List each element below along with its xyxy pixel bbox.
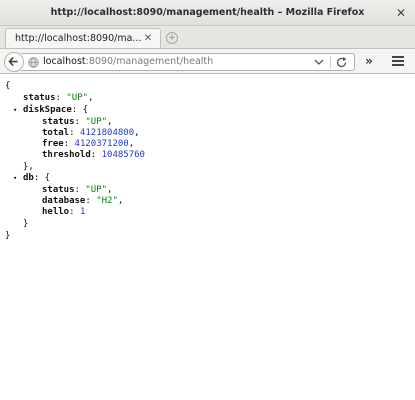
json-string-value: "UP" (85, 117, 108, 127)
json-threshold-line: threshold: 10485760 (42, 150, 145, 160)
json-db-line: db: { (23, 173, 51, 183)
json-number-value: 10485760 (101, 150, 145, 160)
back-button[interactable] (4, 52, 24, 72)
json-open-brace: { (5, 81, 11, 91)
new-tab-icon[interactable]: + (166, 32, 178, 44)
window-title: http://localhost:8090/management/health … (50, 7, 365, 18)
json-number-value: 4121804800 (79, 128, 135, 138)
hamburger-menu-icon[interactable] (392, 56, 404, 66)
tab-label: http://localhost:8090/ma... (15, 33, 142, 44)
json-number-value: 1 (79, 207, 86, 217)
tab-close-icon[interactable]: ✕ (141, 32, 155, 46)
json-key: db (23, 173, 34, 183)
json-hello-line: hello: 1 (42, 207, 86, 217)
json-key: status (42, 117, 75, 127)
json-key: hello (42, 207, 70, 217)
url-text: localhost:8090/management/health (43, 54, 213, 70)
back-arrow-icon (8, 56, 18, 67)
json-close-brace: } (5, 231, 11, 241)
navigation-bar: localhost:8090/management/health » (0, 48, 415, 74)
json-string-value: "H2" (96, 196, 118, 206)
url-host: localhost (43, 56, 86, 67)
json-key: diskSpace (23, 105, 72, 115)
json-string-value: "UP" (85, 185, 108, 195)
window-titlebar: http://localhost:8090/management/health … (0, 0, 415, 26)
json-diskspace-line: diskSpace: { (23, 105, 89, 115)
reload-icon[interactable] (335, 56, 348, 69)
tab-active[interactable]: http://localhost:8090/ma... ✕ (5, 28, 161, 49)
collapse-toggle-icon[interactable]: ▾ (13, 175, 19, 182)
json-number-value: 4120371200 (74, 139, 129, 149)
json-key: database (42, 196, 86, 206)
tab-bar: http://localhost:8090/ma... ✕ + (0, 26, 415, 49)
urlbar-separator (330, 56, 331, 68)
json-key: status (23, 93, 56, 103)
collapse-toggle-icon[interactable]: ▾ (13, 107, 19, 114)
json-db-close: } (23, 219, 29, 229)
overflow-chevron-icon[interactable]: » (362, 54, 376, 68)
json-string-value: "UP" (66, 93, 89, 103)
globe-icon (28, 57, 39, 68)
json-status-line: status: "UP", (23, 93, 94, 103)
chevron-down-icon[interactable] (313, 56, 325, 68)
url-bar[interactable]: localhost:8090/management/health (21, 53, 355, 71)
json-key: status (42, 185, 75, 195)
json-viewer: { status: "UP", ▾ diskSpace: { status: "… (0, 75, 415, 400)
json-key: free (42, 139, 64, 149)
url-path: :8090/management/health (85, 56, 214, 67)
json-key: total (42, 128, 70, 138)
json-key: threshold (42, 150, 91, 160)
close-icon[interactable]: ✕ (393, 5, 409, 21)
